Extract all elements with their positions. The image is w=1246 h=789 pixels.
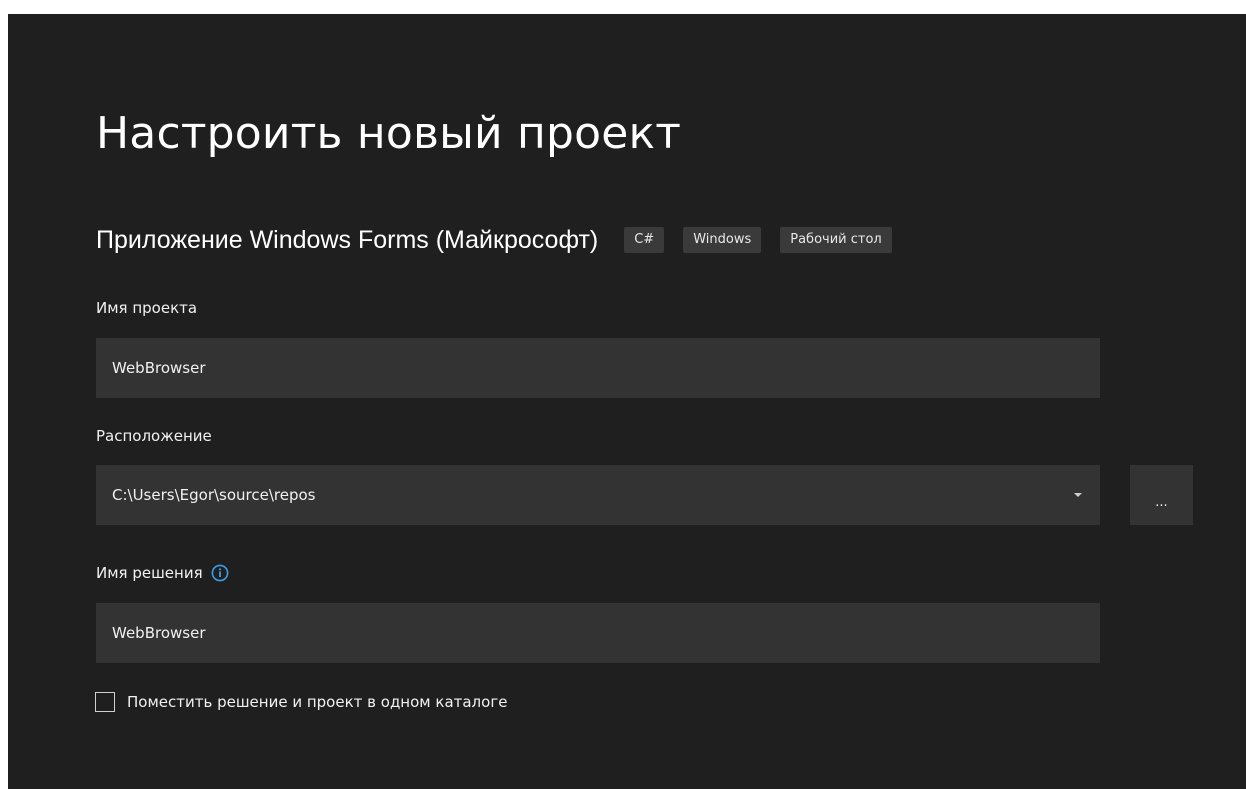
solution-name-label-text: Имя решения — [96, 564, 203, 582]
project-name-input[interactable] — [96, 338, 1100, 398]
same-directory-checkbox[interactable] — [95, 692, 115, 712]
tag-project-type: Рабочий стол — [780, 227, 892, 253]
chevron-down-icon[interactable] — [1074, 493, 1082, 497]
project-name-label-text: Имя проекта — [96, 299, 198, 317]
template-name: Приложение Windows Forms (Майкрософт) — [96, 225, 599, 254]
project-name-label: Имя проекта — [96, 299, 197, 317]
browse-button[interactable]: ... — [1130, 465, 1193, 525]
tag-language: C# — [624, 227, 665, 253]
same-directory-option[interactable]: Поместить решение и проект в одном катал… — [95, 692, 507, 712]
location-combobox[interactable]: C:\Users\Egor\source\repos — [96, 465, 1100, 525]
solution-name-label: Имя решения — [96, 564, 229, 582]
location-label: Расположение — [96, 427, 212, 445]
same-directory-label[interactable]: Поместить решение и проект в одном катал… — [127, 693, 507, 711]
solution-name-input[interactable] — [96, 603, 1100, 663]
page-title: Настроить новый проект — [96, 108, 682, 159]
info-icon[interactable] — [211, 564, 229, 582]
configure-project-window: Настроить новый проект Приложение Window… — [8, 14, 1246, 789]
location-value: C:\Users\Egor\source\repos — [112, 486, 316, 504]
location-label-text: Расположение — [96, 427, 212, 445]
tag-platform: Windows — [683, 227, 762, 253]
template-header: Приложение Windows Forms (Майкрософт) C#… — [96, 220, 911, 260]
